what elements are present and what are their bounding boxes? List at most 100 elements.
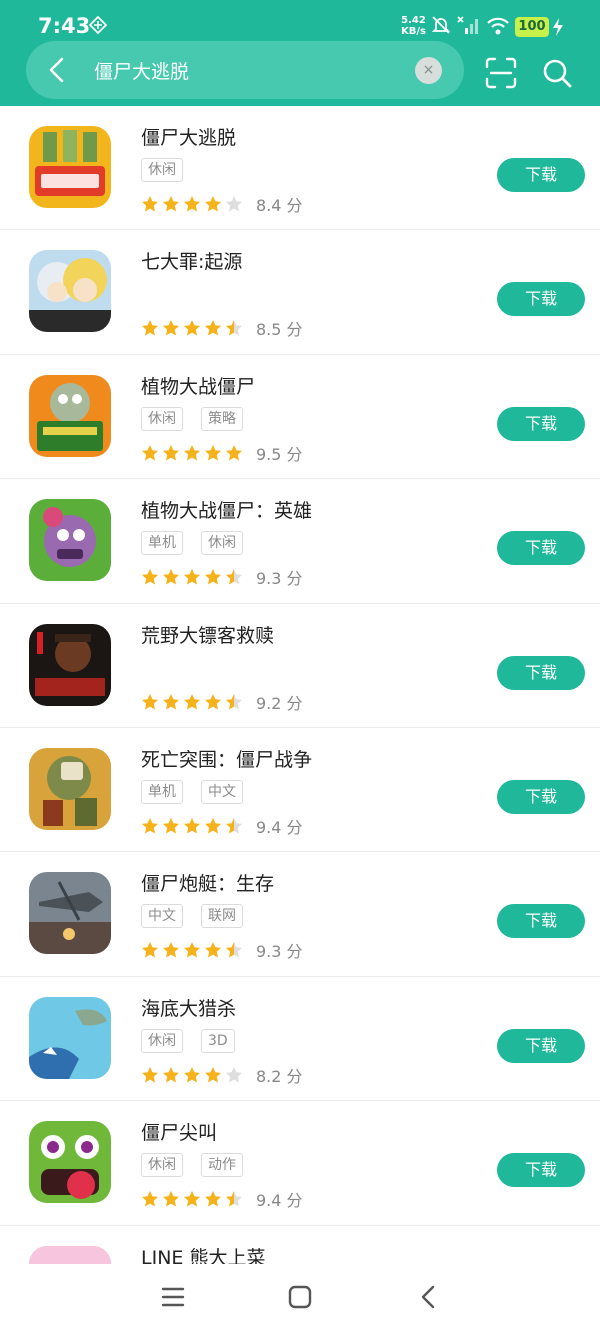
back-icon[interactable] [418,1284,438,1310]
list-item[interactable]: 植物大战僵尸 休闲 策略 9.5 分 下载 [0,355,600,480]
star-full-icon [163,942,179,958]
category-tag: 休闲 [201,531,243,556]
star-full-icon [205,942,221,958]
home-icon[interactable] [287,1284,313,1310]
battery-indicator: 100 [515,17,549,37]
download-button[interactable]: 下载 [497,406,585,441]
app-name[interactable]: 植物大战僵尸：英雄 [141,496,312,523]
star-full-icon [163,444,179,461]
star-full-icon [205,569,221,585]
tag-list: 休闲 [141,158,183,182]
list-item[interactable]: 七大罪:起源 8.5 分 下载 [0,230,600,355]
star-full-icon [184,1191,200,1207]
app-name[interactable]: 七大罪:起源 [141,247,242,274]
star-full-icon [184,693,200,710]
app-icon-dead-ahead[interactable] [29,747,111,830]
list-item[interactable]: LINE 熊大上菜 [0,1226,600,1264]
net-speed: 5.42 KB/s [401,15,426,37]
list-item[interactable]: 僵尸大逃脱 休闲 8.4 分 下载 [0,106,600,231]
status-time: 7:43 [38,14,91,38]
star-full-icon [163,693,179,710]
star-half-icon [226,942,242,958]
star-full-icon [163,1066,179,1083]
star-full-icon [184,817,200,834]
category-tag: 休闲 [141,158,183,182]
app-name[interactable]: LINE 熊大上菜 [141,1243,265,1264]
star-full-icon [163,817,179,834]
app-icon-pvz-heroes[interactable] [29,499,111,582]
menu-icon[interactable] [160,1284,186,1310]
star-full-icon [184,569,200,585]
download-button[interactable]: 下载 [497,1028,585,1063]
star-full-icon [184,320,200,336]
app-name[interactable]: 荒野大镖客救赎 [141,621,274,648]
star-rating [141,1066,243,1084]
star-full-icon [205,444,221,461]
clear-search-button[interactable]: × [415,57,442,84]
app-icon-zombie-escape[interactable] [29,126,111,208]
search-results-list[interactable]: 僵尸大逃脱 休闲 8.4 分 下载 七大罪:起源 8.5 分 下载 植物大战僵尸… [0,106,600,1264]
scan-icon[interactable] [484,56,518,90]
rating: 8.5 分 [141,316,303,340]
app-icon-zombie-tsunami[interactable] [29,1121,111,1204]
zombie-game-icon [29,1121,111,1204]
app-name[interactable]: 僵尸炮艇：生存 [141,869,274,896]
rating: 8.4 分 [141,192,303,216]
rating-score: 8.5 分 [256,320,303,340]
list-item[interactable]: 僵尸炮艇：生存 中文 联网 9.3 分 下载 [0,852,600,977]
app-name[interactable]: 僵尸大逃脱 [141,123,236,150]
rating: 9.4 分 [141,1187,303,1211]
list-item[interactable]: 荒野大镖客救赎 9.2 分 下载 [0,604,600,728]
tag-list: 休闲 策略 [141,406,243,431]
list-item[interactable]: 死亡突围：僵尸战争 单机 中文 9.4 分 下载 [0,728,600,853]
download-button[interactable]: 下载 [497,282,585,317]
star-rating [141,693,243,711]
status-bar: 7:43 5.42 KB/s 100 [0,0,600,46]
app-icon-red-dead-redemption[interactable] [29,623,111,706]
star-full-icon [226,444,242,461]
download-button[interactable]: 下载 [497,158,585,192]
list-item[interactable]: 海底大猎杀 休闲 3D 8.2 分 下载 [0,977,600,1102]
app-name[interactable]: 僵尸尖叫 [141,1118,217,1145]
app-name[interactable]: 海底大猎杀 [141,994,236,1021]
app-icon-plants-vs-zombies[interactable] [29,374,111,457]
app-name[interactable]: 死亡突围：僵尸战争 [141,745,312,772]
rating: 9.5 分 [141,441,303,465]
charging-icon [553,18,563,36]
download-button[interactable]: 下载 [497,1153,585,1188]
star-rating [141,568,243,586]
download-button[interactable]: 下载 [497,779,585,814]
wifi-icon [487,17,509,35]
category-tag: 中文 [141,904,183,929]
back-button[interactable] [38,51,76,89]
app-icon-hungry-shark[interactable] [29,996,111,1079]
download-button[interactable]: 下载 [497,655,585,690]
star-full-icon [142,1191,158,1207]
category-tag: 策略 [201,406,243,431]
app-name[interactable]: 植物大战僵尸 [141,372,255,399]
app-icon-line-bear-chef[interactable] [29,1245,111,1264]
rating-score: 9.3 分 [256,569,303,589]
download-button[interactable]: 下载 [497,531,585,566]
zombie-game-icon [29,747,111,830]
rating-score: 8.4 分 [256,196,303,215]
download-button[interactable]: 下载 [497,904,585,939]
app-icon-zombie-gunship[interactable] [29,872,111,955]
search-input[interactable]: 僵尸大逃脱 [94,57,189,84]
star-rating [141,319,243,337]
list-item[interactable]: 僵尸尖叫 休闲 动作 9.4 分 下载 [0,1101,600,1226]
star-empty-icon [226,1066,242,1083]
rating: 9.3 分 [141,565,303,589]
star-rating [141,817,243,835]
star-full-icon [184,444,200,461]
tag-list: 中文 联网 [141,904,243,929]
star-full-icon [205,196,221,212]
search-icon[interactable] [540,56,574,90]
app-icon-seven-deadly-sins[interactable] [29,250,111,333]
search-bar[interactable] [26,41,464,99]
star-full-icon [184,196,200,212]
star-full-icon [184,942,200,958]
star-full-icon [142,569,158,585]
list-item[interactable]: 植物大战僵尸：英雄 单机 休闲 9.3 分 下载 [0,479,600,604]
category-tag: 单机 [141,779,183,804]
